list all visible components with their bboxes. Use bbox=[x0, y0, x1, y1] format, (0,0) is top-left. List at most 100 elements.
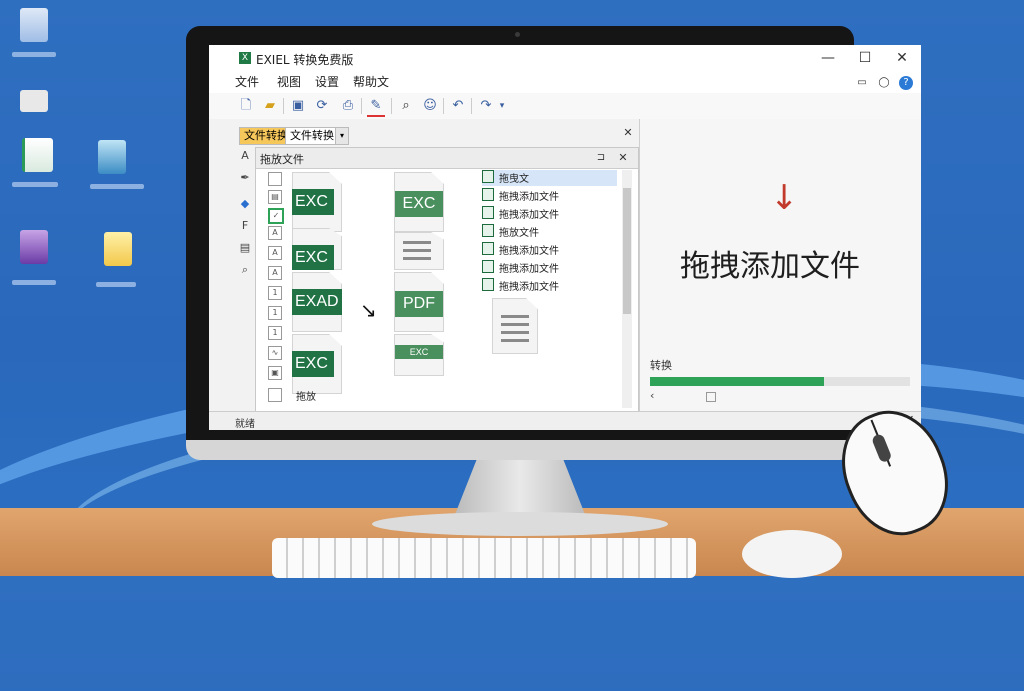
help-button[interactable]: ? bbox=[899, 76, 913, 90]
file-checkbox[interactable]: A bbox=[268, 266, 282, 280]
file-checkbox[interactable]: ▤ bbox=[268, 190, 282, 204]
desktop-icon[interactable] bbox=[20, 90, 48, 112]
pdf-file-icon[interactable]: PDF bbox=[394, 272, 444, 332]
chevron-down-icon[interactable]: ▾ bbox=[493, 97, 511, 115]
file-badge: EXC bbox=[292, 245, 334, 270]
undo-icon[interactable]: ↶ bbox=[449, 97, 467, 115]
file-checkbox[interactable]: A bbox=[268, 226, 282, 240]
file-list-item[interactable]: 拖拽添加文件 bbox=[482, 188, 559, 204]
tab-files[interactable]: 文件转换 bbox=[285, 127, 339, 145]
desktop-icon-label bbox=[12, 280, 56, 285]
maximize-button[interactable]: ☐ bbox=[854, 48, 876, 68]
desktop-icon[interactable] bbox=[98, 140, 126, 174]
desktop-icon[interactable] bbox=[20, 8, 48, 42]
document-file-icon[interactable] bbox=[492, 298, 538, 354]
fill-icon[interactable]: ◆ bbox=[238, 197, 252, 211]
desktop-icon-label bbox=[96, 282, 136, 287]
drag-cursor-icon: ↘ bbox=[360, 298, 377, 322]
monitor-chin bbox=[186, 440, 854, 460]
file-badge: EXC bbox=[292, 189, 334, 215]
scroll-left-icon[interactable]: ‹ bbox=[650, 389, 654, 402]
mouse-wheel bbox=[870, 432, 893, 464]
toolbar: 🗋 ▰ ▣ ⟳ ⎙ ✎ ⌕ ☺ ↶ ↷ ▾ bbox=[209, 93, 921, 120]
sheet-icon bbox=[482, 188, 494, 201]
file-checkbox[interactable]: 1 bbox=[268, 306, 282, 320]
file-checkbox[interactable] bbox=[268, 172, 282, 186]
scroll-thumb[interactable] bbox=[706, 392, 716, 402]
pin-icon[interactable]: ⊐ bbox=[590, 148, 612, 168]
close-button[interactable]: ✕ bbox=[891, 48, 913, 68]
toolbar-separator bbox=[283, 98, 284, 114]
edit-icon[interactable]: ✎ bbox=[367, 97, 385, 117]
menu-file[interactable]: 文件 bbox=[235, 73, 259, 90]
minimize-button[interactable]: — bbox=[817, 48, 839, 68]
excel-file-icon[interactable]: EXAD bbox=[292, 272, 342, 332]
file-list-label: 拖拽添加文件 bbox=[499, 282, 559, 293]
print-icon[interactable]: ⎙ bbox=[339, 97, 357, 115]
file-list-item[interactable]: 拖曳文 bbox=[482, 170, 617, 186]
excel-file-icon[interactable]: EXC bbox=[292, 172, 342, 232]
text-lines bbox=[501, 323, 529, 326]
file-list-item[interactable]: 拖拽添加文件 bbox=[482, 278, 559, 294]
file-badge: EXC bbox=[395, 345, 443, 359]
ribbon-toggle-icon[interactable]: ▭ bbox=[851, 73, 873, 93]
file-checkbox[interactable]: ▣ bbox=[268, 366, 282, 380]
drop-zone[interactable]: ↓ 拖拽添加文件 转换 ‹ bbox=[640, 119, 921, 411]
excel-file-icon[interactable]: EXC bbox=[292, 228, 342, 270]
file-checkbox[interactable]: 1 bbox=[268, 286, 282, 300]
desktop-icon[interactable] bbox=[104, 232, 132, 266]
file-list-scrollbar[interactable] bbox=[622, 170, 632, 408]
user-icon[interactable]: ☺ bbox=[421, 97, 439, 115]
restore-icon[interactable]: ◯ bbox=[873, 73, 895, 93]
file-list-item[interactable]: 拖放文件 bbox=[482, 224, 539, 240]
file-checkbox[interactable]: A bbox=[268, 246, 282, 260]
scrollbar-thumb[interactable] bbox=[623, 188, 631, 314]
desktop-icon[interactable] bbox=[20, 230, 48, 264]
file-list-item[interactable]: 拖拽添加文件 bbox=[482, 242, 559, 258]
desk-mouse bbox=[742, 530, 842, 578]
search-icon[interactable]: ⌕ bbox=[397, 97, 415, 115]
window-title: EXIEL 转换免费版 bbox=[256, 53, 354, 67]
sheet-icon bbox=[482, 170, 494, 183]
file-badge: PDF bbox=[395, 291, 443, 317]
convert-icon[interactable]: ⟳ bbox=[313, 97, 331, 115]
file-browser-close-button[interactable]: ✕ bbox=[612, 148, 634, 168]
pane-close-icon[interactable]: ✕ bbox=[617, 123, 639, 143]
document-file-icon[interactable] bbox=[394, 232, 444, 270]
text-lines bbox=[501, 331, 529, 334]
status-bar: 就绪 ✕ bbox=[209, 411, 921, 430]
desktop-icon[interactable] bbox=[22, 138, 53, 172]
toolbar-separator bbox=[361, 98, 362, 114]
pen-icon[interactable]: ✒ bbox=[238, 171, 252, 185]
menu-settings[interactable]: 设置 bbox=[315, 73, 339, 90]
desktop-icon-label bbox=[90, 184, 144, 189]
file-checkbox[interactable]: ∿ bbox=[268, 346, 282, 360]
file-browser-header: 拖放文件 ⊐ ✕ bbox=[256, 148, 638, 169]
file-list-item[interactable]: 拖拽添加文件 bbox=[482, 206, 559, 222]
zoom-icon[interactable]: ⌕ bbox=[238, 263, 252, 277]
sheet-icon bbox=[482, 206, 494, 219]
desktop-icon-label bbox=[12, 52, 56, 57]
horizontal-scrollbar[interactable]: ‹ bbox=[650, 389, 920, 402]
text-icon[interactable]: A bbox=[238, 149, 252, 163]
file-checkbox[interactable]: 1 bbox=[268, 326, 282, 340]
side-toolbar: A ✒ ◆ F ▤ ⌕ bbox=[233, 147, 257, 411]
format-icon[interactable]: F bbox=[238, 219, 252, 233]
tab-menu-chevron-icon[interactable]: ▾ bbox=[335, 127, 350, 145]
new-file-icon[interactable]: 🗋 bbox=[237, 97, 255, 115]
file-list-item[interactable]: 拖拽添加文件 bbox=[482, 260, 559, 276]
file-checkbox[interactable] bbox=[268, 388, 282, 402]
excel-file-icon[interactable]: EXC bbox=[394, 172, 444, 232]
save-icon[interactable]: ▣ bbox=[289, 97, 307, 115]
excel-file-icon[interactable]: EXC bbox=[292, 334, 342, 394]
desktop-icon-label bbox=[12, 182, 58, 187]
text-lines bbox=[501, 315, 529, 318]
file-browser: 拖放文件 ⊐ ✕ ▤ ✓ A A A 1 1 1 ∿ ▣ EXC EXC EXA… bbox=[255, 147, 639, 413]
menu-help[interactable]: 帮助文 bbox=[353, 73, 389, 90]
layout-icon[interactable]: ▤ bbox=[238, 241, 252, 255]
excel-file-icon[interactable]: EXC bbox=[394, 334, 444, 376]
file-checkbox[interactable]: ✓ bbox=[268, 208, 284, 224]
menu-view[interactable]: 视图 bbox=[277, 73, 301, 90]
open-folder-icon[interactable]: ▰ bbox=[261, 97, 279, 115]
text-lines bbox=[403, 257, 431, 260]
